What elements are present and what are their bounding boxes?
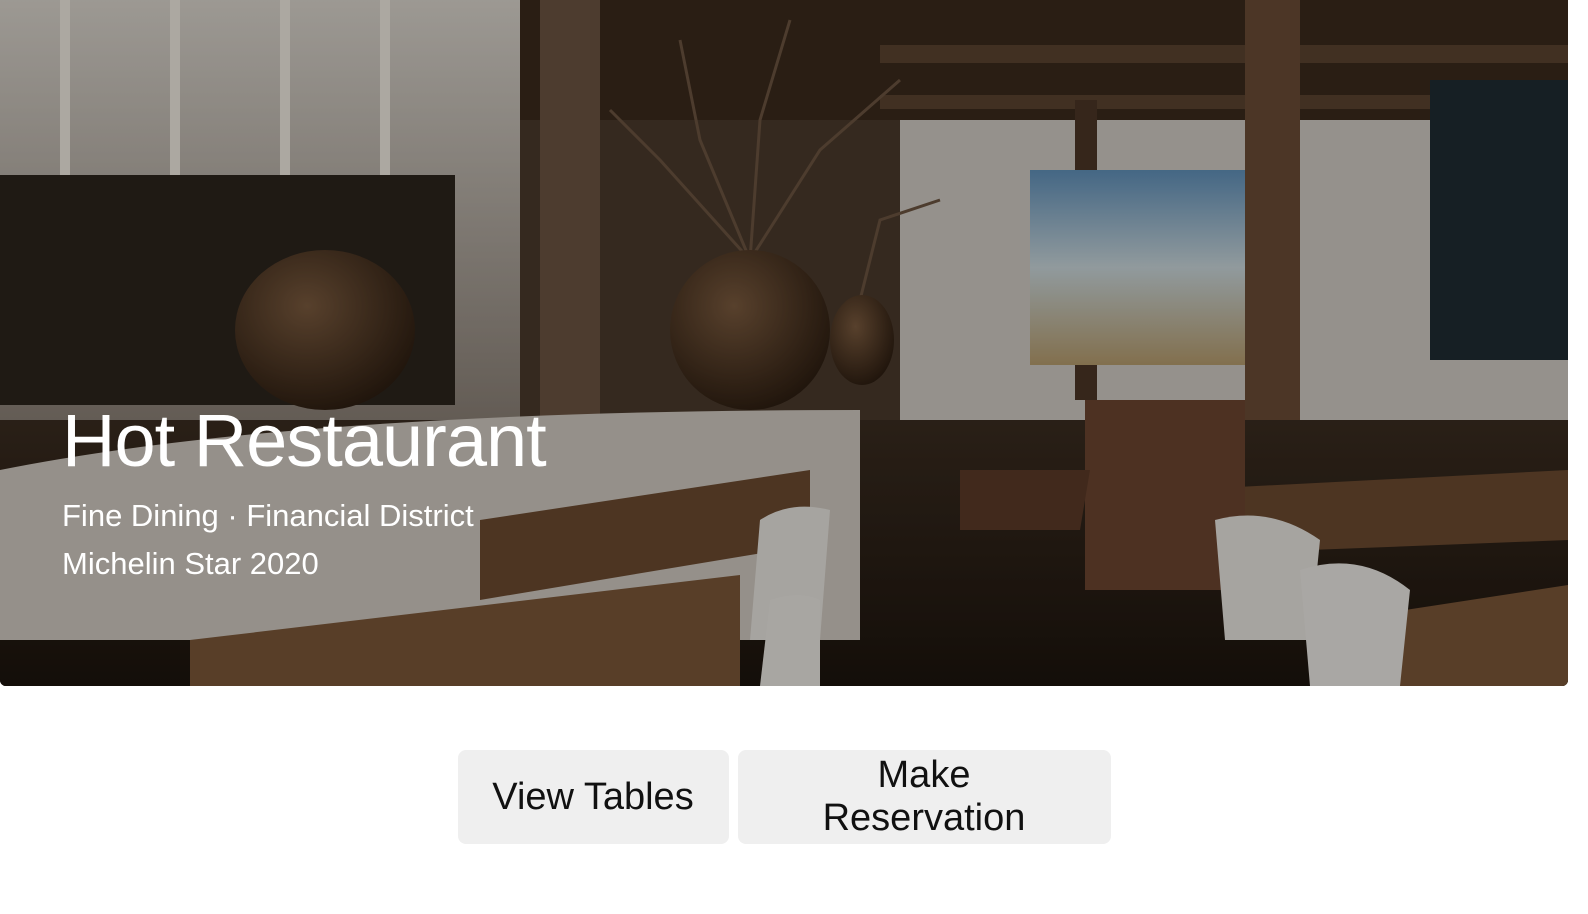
view-tables-button[interactable]: View Tables	[457, 750, 729, 844]
restaurant-award: Michelin Star 2020	[62, 546, 319, 581]
restaurant-category: Fine Dining · Financial District	[62, 498, 474, 533]
restaurant-name: Hot Restaurant	[62, 399, 547, 482]
hero-text-block: Hot Restaurant Fine Dining · Financial D…	[62, 396, 547, 588]
hero-banner: Hot Restaurant Fine Dining · Financial D…	[0, 0, 1568, 686]
make-reservation-button[interactable]: Make Reservation	[737, 750, 1111, 844]
action-buttons: View Tables Make Reservation	[0, 750, 1568, 844]
